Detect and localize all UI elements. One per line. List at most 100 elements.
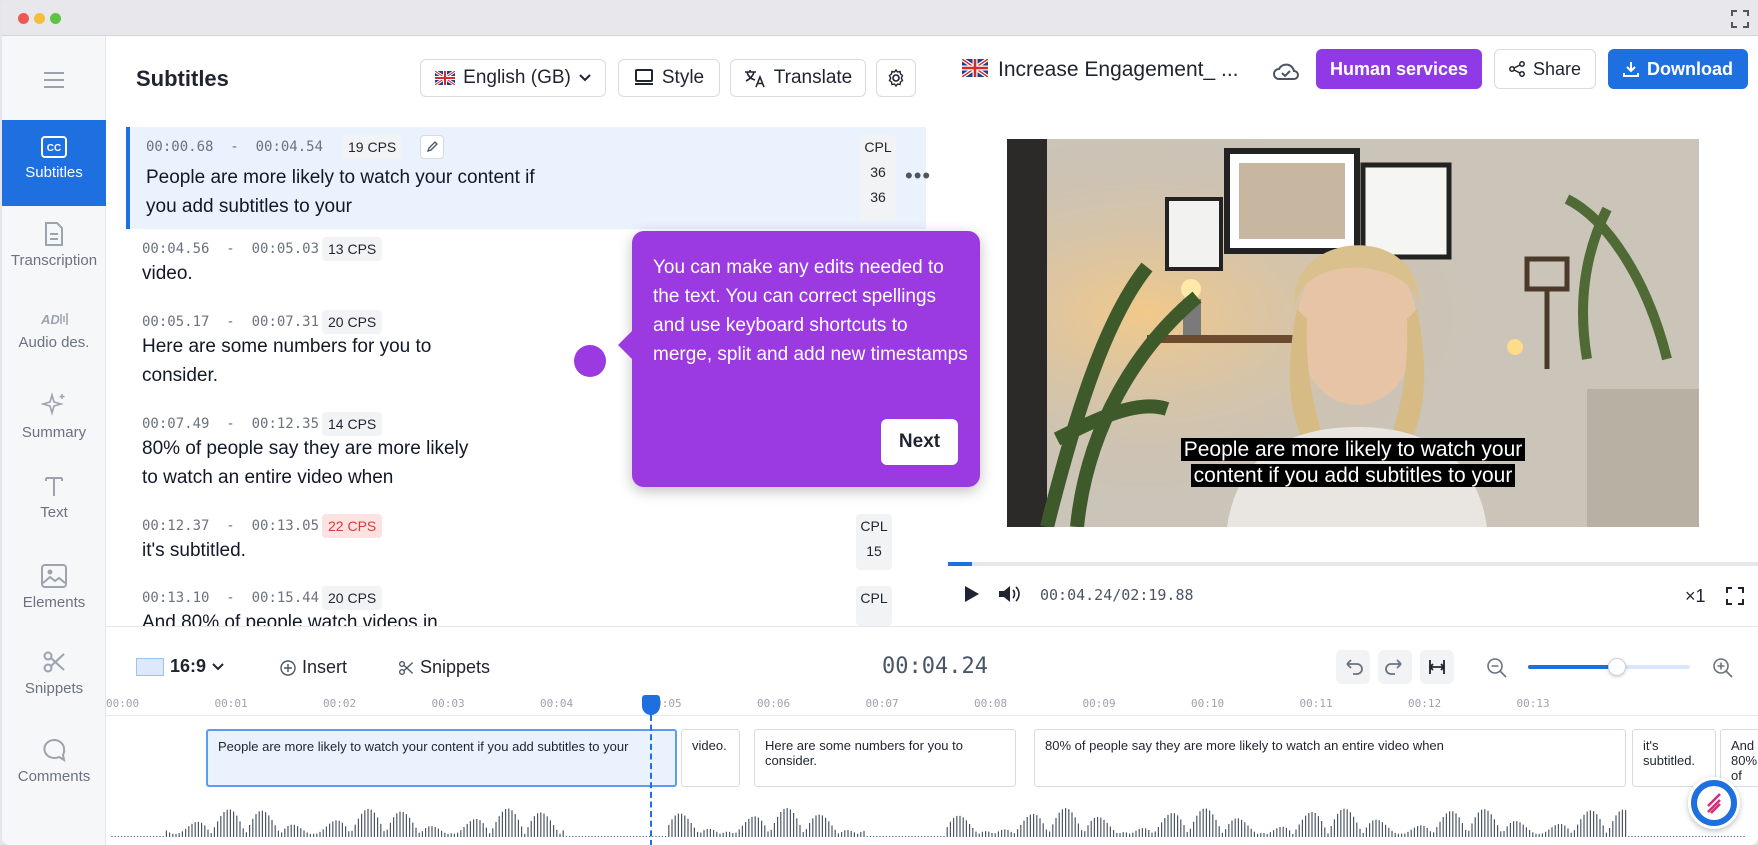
settings-button[interactable]	[876, 59, 916, 97]
ruler-tick: 00:00	[106, 697, 140, 710]
sidebar-item-transcription[interactable]: Transcription	[2, 206, 106, 292]
style-button[interactable]: Style	[618, 59, 720, 97]
style-label: Style	[661, 67, 705, 88]
sidebar-item-comments[interactable]: Comments	[2, 720, 106, 806]
ruler-tick: 00:12	[1408, 697, 1442, 710]
timeline-clip[interactable]: 80% of people say they are more likely t…	[1034, 729, 1626, 787]
menu-icon[interactable]	[42, 70, 66, 90]
cpl-counter: CPL 36 36	[860, 135, 896, 221]
start-time[interactable]: 00:04.56	[142, 241, 209, 257]
start-time[interactable]: 00:05.17	[142, 314, 209, 330]
cpl-label: CPL	[860, 590, 888, 606]
timeline-clip[interactable]: video.	[681, 729, 740, 787]
translate-icon	[744, 70, 765, 88]
cps-badge-warning: 22 CPS	[322, 514, 383, 538]
subtitle-row[interactable]: 00:13.10 - 00:15.44 20 CPS And 80% of pe…	[126, 578, 926, 626]
next-button[interactable]: Next	[881, 419, 958, 465]
document-title[interactable]: Increase Engagement_ ...	[998, 58, 1239, 82]
zoom-slider[interactable]	[1528, 658, 1690, 676]
timeline-clip[interactable]: Here are some numbers for you to conside…	[754, 729, 1016, 787]
start-time[interactable]: 00:12.37	[142, 518, 209, 534]
sidebar-item-subtitles[interactable]: CC Subtitles	[2, 120, 106, 206]
ruler-tick: 00:13	[1516, 697, 1550, 710]
fit-timeline-button[interactable]	[1420, 650, 1454, 684]
sidebar-item-label: Elements	[22, 594, 86, 611]
fullscreen-icon[interactable]	[1726, 587, 1744, 605]
end-time[interactable]: 00:12.35	[252, 416, 319, 432]
playback-speed[interactable]: ×1	[1685, 586, 1706, 607]
insert-button[interactable]: Insert	[280, 657, 347, 678]
ruler-tick: 00:04	[540, 697, 574, 710]
zoom-out-icon[interactable]	[1486, 657, 1508, 679]
redo-button[interactable]	[1378, 650, 1412, 684]
svg-text:AD: AD	[40, 312, 60, 327]
row-times: 00:04.56 - 00:05.03	[142, 241, 320, 257]
end-time[interactable]: 00:05.03	[252, 241, 319, 257]
share-label: Share	[1532, 58, 1582, 79]
video-progress-track[interactable]	[948, 562, 1758, 566]
video-player[interactable]: People are more likely to watch your con…	[1007, 139, 1699, 527]
human-services-button[interactable]: Human services	[1316, 49, 1482, 89]
snippets-button[interactable]: Snippets	[398, 657, 490, 678]
maximize-window-button[interactable]	[50, 13, 61, 24]
help-chat-icon	[1697, 786, 1731, 820]
start-time[interactable]: 00:13.10	[142, 590, 209, 606]
sidebar-item-summary[interactable]: Summary	[2, 378, 106, 464]
cps-badge: 13 CPS	[322, 237, 383, 261]
help-chat-button[interactable]	[1688, 777, 1740, 829]
sidebar-item-audio-des[interactable]: AD Audio des.	[2, 292, 106, 378]
playhead-line	[650, 715, 652, 845]
sidebar-item-elements[interactable]: Elements	[2, 548, 106, 634]
end-time[interactable]: 00:13.05	[252, 518, 319, 534]
tooltip-arrow	[618, 331, 632, 359]
aspect-ratio-dropdown[interactable]: 16:9	[136, 656, 224, 677]
start-time[interactable]: 00:00.68	[146, 139, 213, 155]
minimize-window-button[interactable]	[34, 13, 45, 24]
tour-hotspot[interactable]	[574, 345, 606, 377]
timeline-clip[interactable]: People are more likely to watch your con…	[206, 729, 677, 787]
playhead-handle[interactable]	[642, 695, 660, 715]
zoom-in-icon[interactable]	[1712, 657, 1734, 679]
title-bar	[2, 0, 1758, 36]
sidebar-item-snippets[interactable]: Snippets	[2, 634, 106, 720]
ruler-tick: 00:11	[1299, 697, 1333, 710]
row-times: 00:13.10 - 00:15.44	[142, 590, 320, 606]
fullscreen-icon[interactable]	[1730, 9, 1750, 29]
translate-button[interactable]: Translate	[730, 59, 866, 97]
subtitle-text[interactable]: And 80% of people watch videos in	[142, 608, 562, 626]
share-button[interactable]: Share	[1494, 49, 1596, 89]
play-icon[interactable]	[964, 585, 980, 603]
sidebar-item-text[interactable]: Text	[2, 462, 106, 548]
ruler-tick: 00:06	[757, 697, 791, 710]
video-header: Increase Engagement_ ... Human services …	[948, 36, 1758, 136]
cpl-value: 36	[870, 164, 886, 180]
subtitle-text[interactable]: People are more likely to watch your con…	[146, 163, 566, 221]
volume-icon[interactable]	[998, 585, 1022, 603]
sidebar-item-label: Summary	[21, 424, 87, 441]
subtitle-text[interactable]: Here are some numbers for you to conside…	[142, 332, 462, 390]
subtitle-text[interactable]: it's subtitled.	[142, 536, 562, 565]
language-dropdown[interactable]: English (GB)	[420, 59, 606, 97]
close-window-button[interactable]	[18, 13, 29, 24]
svg-text:CC: CC	[47, 143, 61, 154]
end-time[interactable]: 00:04.54	[256, 139, 323, 155]
timeline-clip[interactable]: And 80% of people watch videos in space	[1720, 729, 1758, 787]
end-time[interactable]: 00:15.44	[252, 590, 319, 606]
more-options-button[interactable]: •••	[905, 163, 931, 189]
cps-badge: 19 CPS	[342, 135, 403, 159]
row-times: 00:12.37 - 00:13.05	[142, 518, 320, 534]
end-time[interactable]: 00:07.31	[252, 314, 319, 330]
subtitle-text[interactable]: 80% of people say they are more likely t…	[142, 434, 482, 492]
start-time[interactable]: 00:07.49	[142, 416, 209, 432]
comment-icon	[43, 738, 66, 762]
row-times: 00:00.68 - 00:04.54	[146, 139, 324, 155]
zoom-slider-handle[interactable]	[1608, 658, 1627, 676]
subtitle-text[interactable]: video.	[142, 259, 562, 288]
undo-button[interactable]	[1336, 650, 1370, 684]
edit-button[interactable]	[420, 135, 444, 159]
subtitle-row[interactable]: 00:12.37 - 00:13.05 22 CPS it's subtitle…	[126, 506, 926, 578]
cpl-label: CPL	[860, 518, 888, 534]
cloud-saved-icon	[1273, 63, 1299, 80]
download-button[interactable]: Download	[1608, 49, 1748, 89]
subtitle-row[interactable]: 00:00.68 - 00:04.54 19 CPS People are mo…	[126, 127, 930, 229]
